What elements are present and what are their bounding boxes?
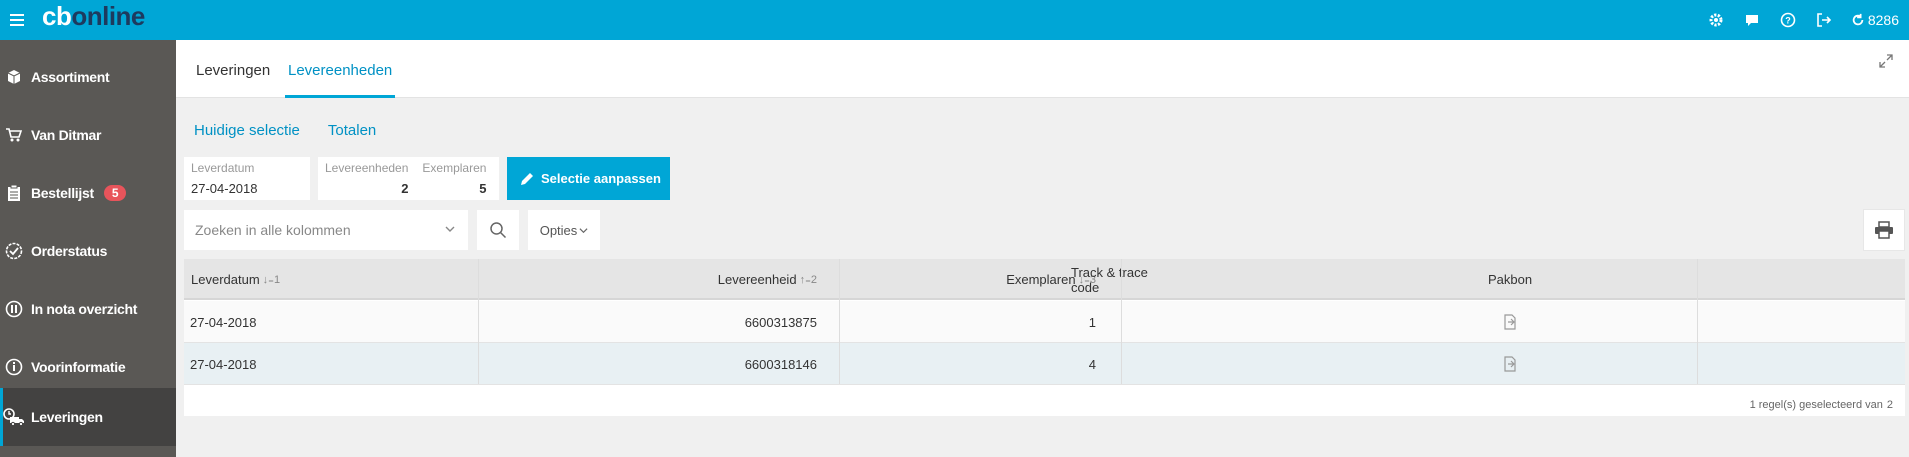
cart-icon — [3, 124, 25, 146]
search-button[interactable] — [477, 210, 519, 250]
top-bar: cbonline ? 8286 — [0, 0, 1909, 40]
truck-icon — [3, 406, 25, 428]
printer-icon — [1875, 221, 1893, 239]
box-icon — [3, 66, 25, 88]
column-divider — [1121, 259, 1122, 384]
column-divider — [839, 259, 840, 384]
print-button[interactable] — [1863, 209, 1905, 251]
sidebar-item-orderstatus[interactable]: Orderstatus — [0, 222, 176, 280]
sub-navigation: Huidige selectie Totalen — [194, 122, 376, 139]
sidebar: Assortiment Van Ditmar Bestellijst 5 Ord… — [0, 40, 176, 457]
main-content: Leveringen Levereenheden Huidige selecti… — [176, 40, 1909, 457]
logo[interactable]: cbonline — [42, 2, 145, 30]
gear-icon[interactable] — [1707, 11, 1725, 29]
cell-exemplaren: 1 — [1088, 314, 1096, 330]
search-input[interactable]: Zoeken in alle kolommen — [184, 210, 468, 250]
chevron-down-icon[interactable] — [444, 223, 456, 235]
sidebar-item-assortiment[interactable]: Assortiment — [0, 48, 176, 106]
tab-levereenheden[interactable]: Levereenheden — [285, 62, 396, 98]
selection-totals: Levereenheden 2 Exemplaren 5 — [318, 157, 499, 200]
expand-icon[interactable] — [1879, 54, 1895, 70]
chevron-down-icon — [579, 227, 588, 233]
column-divider — [1697, 259, 1698, 384]
help-icon[interactable]: ? — [1779, 11, 1797, 29]
exemplaren-value: 5 — [479, 181, 487, 196]
cell-exemplaren: 4 — [1088, 356, 1096, 372]
column-header-leverdatum[interactable]: Leverdatum ↓₌1 — [191, 259, 280, 300]
cell-leverdatum: 27-04-2018 — [190, 314, 257, 330]
opties-dropdown[interactable]: Opties — [528, 210, 600, 250]
sort-indicator: ↓₌1 — [262, 274, 281, 286]
cell-leverdatum: 27-04-2018 — [190, 356, 257, 372]
selectie-aanpassen-button[interactable]: Selectie aanpassen — [507, 157, 670, 200]
sidebar-item-bestellijst[interactable]: Bestellijst 5 — [0, 164, 176, 222]
table-row[interactable]: 27-04-2018 6600318146 4 — [184, 343, 1905, 385]
sync-counter[interactable]: 8286 — [1851, 12, 1899, 28]
tab-leveringen[interactable]: Leveringen — [196, 62, 270, 98]
column-divider — [478, 259, 479, 384]
current-selection-link[interactable]: Huidige selectie — [194, 122, 300, 139]
cell-levereenheid: 6600313875 — [744, 314, 817, 330]
sort-indicator: ↑₌2 — [799, 274, 817, 286]
clipboard-icon — [3, 182, 25, 204]
pause-circle-icon — [3, 298, 25, 320]
sidebar-item-leveringen[interactable]: Leveringen — [0, 388, 176, 446]
sidebar-item-van-ditmar[interactable]: Van Ditmar — [0, 106, 176, 164]
selection-footer: 1 regel(s) geselecteerd van 2 — [1749, 399, 1893, 411]
pakbon-document-icon[interactable] — [1428, 343, 1592, 385]
tab-bar: Leveringen Levereenheden — [176, 40, 1909, 98]
chat-icon[interactable] — [1743, 11, 1761, 29]
table-header: Leverdatum ↓₌1 Levereenheid ↑₌2 Exemplaren… — [184, 259, 1905, 300]
search-icon — [490, 222, 507, 239]
cell-levereenheid: 6600318146 — [744, 356, 817, 372]
refresh-icon — [1852, 13, 1864, 26]
check-circle-icon — [3, 240, 25, 262]
column-header-levereenheid[interactable]: Levereenheid ↑₌2 — [718, 259, 817, 300]
logout-icon[interactable] — [1815, 11, 1833, 29]
totals-link[interactable]: Totalen — [328, 122, 376, 139]
pencil-icon — [521, 172, 533, 185]
info-circle-icon — [3, 356, 25, 378]
levereenheden-value: 2 — [401, 181, 409, 196]
pakbon-document-icon[interactable] — [1428, 301, 1592, 343]
table-row[interactable]: 27-04-2018 6600313875 1 — [184, 301, 1905, 343]
column-header-pakbon[interactable]: Pakbon — [1428, 259, 1592, 300]
hamburger-menu-icon[interactable] — [10, 11, 28, 29]
svg-text:?: ? — [1785, 16, 1791, 26]
levereenheden-table: Leverdatum ↓₌1 Levereenheid ↑₌2 Exemplaren… — [184, 259, 1905, 416]
sidebar-item-in-nota-overzicht[interactable]: In nota overzicht — [0, 280, 176, 338]
bestellijst-count-badge: 5 — [103, 185, 127, 201]
leverdatum-filter: Leverdatum 27-04-2018 — [184, 157, 310, 200]
